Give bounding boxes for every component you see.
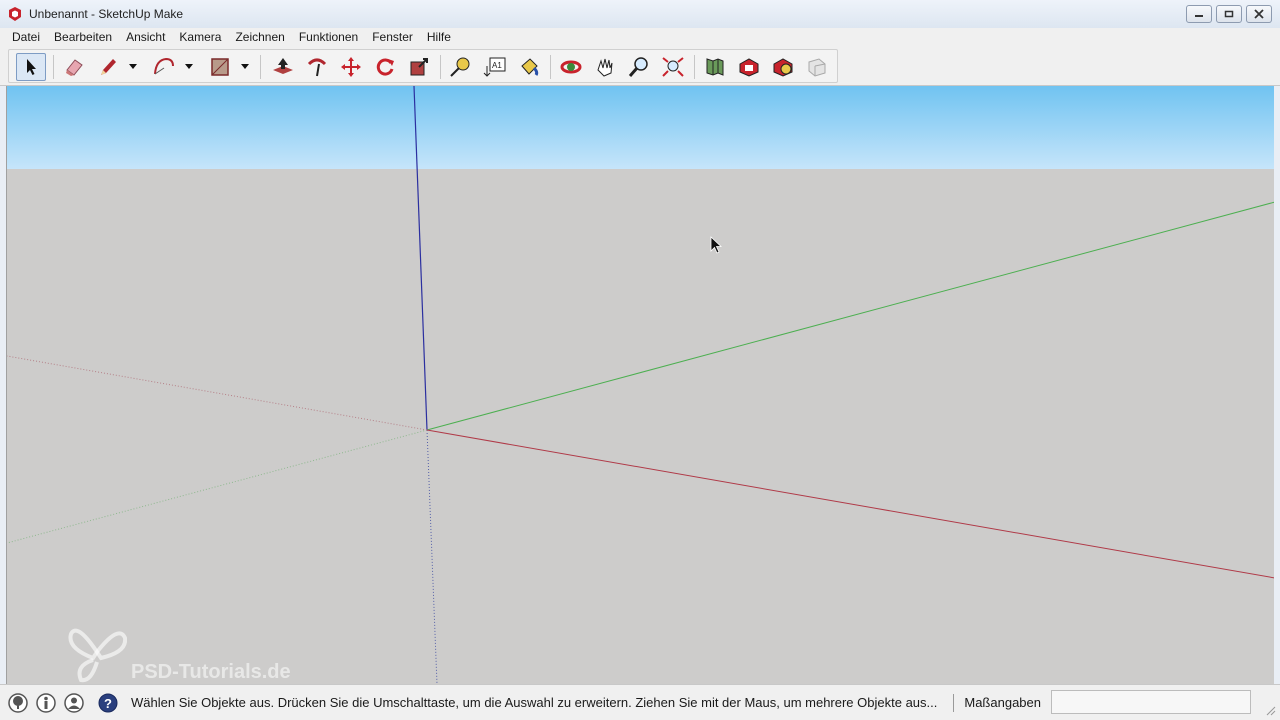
- select-tool-button[interactable]: [16, 53, 46, 81]
- status-bar: ? Wählen Sie Objekte aus. Drücken Sie di…: [0, 684, 1280, 720]
- push-pull-tool-button[interactable]: [268, 53, 298, 81]
- arrow-cursor-icon: [710, 236, 723, 254]
- menu-bearbeiten[interactable]: Bearbeiten: [47, 28, 119, 46]
- status-divider: [953, 693, 955, 712]
- rectangle-icon: [211, 58, 229, 76]
- chevron-down-icon: [241, 64, 249, 69]
- instructor-button[interactable]: ?: [97, 692, 119, 714]
- add-location-icon: [706, 58, 724, 76]
- 3d-warehouse-tool-button[interactable]: [734, 53, 764, 81]
- zoom-extents-tool-button[interactable]: [658, 53, 688, 81]
- zoom-extents-icon: [662, 57, 684, 77]
- minimize-icon: [1195, 15, 1203, 17]
- menu-zeichnen[interactable]: Zeichnen: [228, 28, 291, 46]
- close-button[interactable]: [1246, 5, 1272, 23]
- add-location-tool-button[interactable]: [700, 53, 730, 81]
- tape-measure-icon: [450, 57, 470, 77]
- orbit-tool-button[interactable]: [556, 53, 586, 81]
- status-message: Wählen Sie Objekte aus. Drücken Sie die …: [131, 695, 938, 710]
- minimize-button[interactable]: [1186, 5, 1212, 23]
- title-bar: Unbenannt - SketchUp Make: [0, 0, 1280, 28]
- chevron-down-icon: [129, 64, 137, 69]
- scale-icon: [410, 58, 428, 76]
- red-axis-negative: [7, 355, 428, 431]
- measurements-label: Maßangaben: [964, 695, 1041, 710]
- mouse-cursor: [710, 236, 724, 261]
- extension-warehouse-tool-button[interactable]: [768, 53, 798, 81]
- arc-icon: [154, 57, 174, 75]
- blue-axis-positive: [413, 86, 428, 431]
- user-icon: [64, 692, 84, 713]
- green-axis-negative: [7, 429, 428, 544]
- arc-dropdown[interactable]: [183, 53, 195, 81]
- sketchup-logo-icon: [9, 7, 21, 21]
- watermark-text: PSD-Tutorials.de: [131, 660, 291, 683]
- restore-icon: [1224, 10, 1234, 18]
- rectangle-dropdown[interactable]: [239, 53, 251, 81]
- sketchup-window: Unbenannt - SketchUp Make Datei Bearbeit…: [0, 0, 1280, 720]
- zoom-tool-button[interactable]: [624, 53, 654, 81]
- move-icon: [341, 57, 361, 77]
- menu-funktionen[interactable]: Funktionen: [292, 28, 365, 46]
- paint-bucket-tool-button[interactable]: [514, 53, 544, 81]
- paint-bucket-icon: [521, 58, 539, 76]
- menu-ansicht[interactable]: Ansicht: [119, 28, 172, 46]
- pencil-tool-button[interactable]: [93, 53, 123, 81]
- pan-tool-button[interactable]: [590, 53, 620, 81]
- modeling-viewport[interactable]: PSD-Tutorials.de: [6, 86, 1274, 684]
- drawing-axes: [7, 86, 1274, 684]
- rotate-tool-button[interactable]: [370, 53, 400, 81]
- svg-text:A1: A1: [492, 61, 502, 70]
- text-icon: A1: [483, 57, 506, 77]
- measurements-input[interactable]: [1051, 690, 1251, 714]
- menu-fenster[interactable]: Fenster: [365, 28, 420, 46]
- green-axis-positive: [426, 201, 1274, 431]
- eraser-icon: [66, 59, 83, 76]
- follow-me-tool-button[interactable]: [302, 53, 332, 81]
- location-pin-icon: [8, 692, 28, 713]
- toolbar-getting-started: A1: [8, 49, 838, 83]
- arc-tool-button[interactable]: [149, 53, 179, 81]
- text-tool-button[interactable]: A1: [480, 53, 510, 81]
- maximize-button[interactable]: [1216, 5, 1242, 23]
- butterfly-logo-icon: [68, 628, 127, 683]
- menu-hilfe[interactable]: Hilfe: [420, 28, 458, 46]
- window-title: Unbenannt - SketchUp Make: [29, 7, 184, 21]
- pan-icon: [597, 58, 613, 77]
- close-icon: [1254, 9, 1264, 19]
- move-tool-button[interactable]: [336, 53, 366, 81]
- layout-icon: [808, 58, 826, 77]
- extension-warehouse-icon: [773, 58, 793, 77]
- 3d-warehouse-icon: [739, 58, 759, 77]
- pencil-icon: [101, 59, 116, 75]
- info-icon: [36, 692, 56, 713]
- chevron-down-icon: [185, 64, 193, 69]
- svg-text:?: ?: [104, 696, 112, 711]
- follow-me-icon: [307, 58, 327, 77]
- blue-axis-negative: [426, 429, 438, 684]
- push-pull-icon: [273, 58, 293, 74]
- pencil-dropdown[interactable]: [127, 53, 139, 81]
- select-icon: [27, 59, 36, 75]
- menu-bar: Datei Bearbeiten Ansicht Kamera Zeichnen…: [0, 28, 1280, 46]
- tape-measure-tool-button[interactable]: [446, 53, 476, 81]
- window-controls: [1186, 5, 1272, 23]
- geo-location-button[interactable]: [7, 692, 29, 714]
- eraser-tool-button[interactable]: [59, 53, 89, 81]
- credits-button[interactable]: [35, 692, 57, 714]
- rectangle-tool-button[interactable]: [205, 53, 235, 81]
- rotate-icon: [376, 58, 394, 76]
- account-button[interactable]: [63, 692, 85, 714]
- scale-tool-button[interactable]: [404, 53, 434, 81]
- resize-grip-icon[interactable]: [1264, 704, 1276, 716]
- watermark: PSD-Tutorials.de: [67, 622, 291, 684]
- toolbar: A1: [0, 46, 1280, 86]
- red-axis-positive: [426, 429, 1274, 579]
- menu-kamera[interactable]: Kamera: [172, 28, 228, 46]
- help-icon: ?: [98, 693, 118, 712]
- layout-tool-button[interactable]: [802, 53, 832, 81]
- orbit-icon: [560, 60, 582, 74]
- menu-datei[interactable]: Datei: [5, 28, 47, 46]
- zoom-icon: [628, 57, 648, 77]
